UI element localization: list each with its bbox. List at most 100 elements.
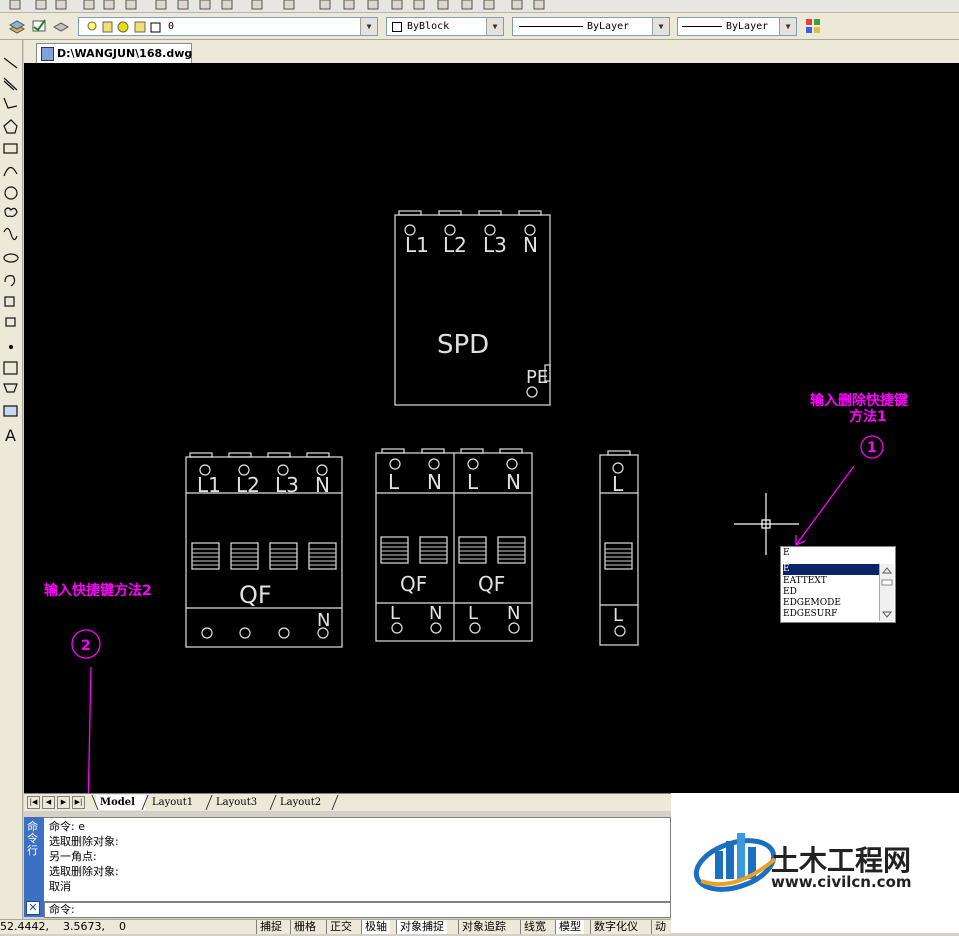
polyline-icon (3, 97, 18, 109)
tablet-toggle[interactable]: 数字化仪 (590, 920, 641, 934)
dyn-toggle[interactable]: 动 (651, 920, 669, 934)
zoom-window-icon (367, 0, 379, 10)
plot-style-icon[interactable] (804, 17, 822, 35)
ortho-toggle[interactable]: 正交 (326, 920, 355, 934)
autocomplete-item[interactable]: EDGEMODE (783, 598, 879, 609)
drawing-canvas[interactable]: L1 L2 L3 N SPD PE L1 L2 L3 N QF N L N L … (24, 63, 959, 810)
annotation-marker2: 2 (81, 638, 91, 654)
autocomplete-scrollbar[interactable] (879, 564, 894, 621)
lineweight-dropdown[interactable]: ByLayer ▼ (677, 17, 797, 36)
lock-icon (134, 21, 146, 33)
new-icon (9, 0, 21, 10)
draw-toolbar: A (0, 40, 23, 920)
copy-icon (177, 0, 189, 10)
annotation-marker1: 1 (867, 440, 877, 456)
polar-toggle[interactable]: 极轴 (361, 920, 390, 934)
tab-separators (91, 794, 339, 811)
properties-icon (413, 0, 425, 10)
table-icon (3, 405, 18, 417)
pan-icon (319, 0, 331, 10)
spd-terminal-label: L2 (443, 233, 467, 257)
scroll-down-icon (881, 611, 893, 618)
prev-tab-icon[interactable]: ◀ (42, 796, 55, 809)
zoom-previous-icon (391, 0, 403, 10)
command-history-line: 命令: e (49, 820, 85, 833)
qf4p-terminal-label: N (315, 473, 330, 497)
lightbulb-icon (87, 21, 97, 31)
spd-pe-label: PE (526, 367, 548, 388)
layer-dropdown[interactable]: 0 ▼ (78, 17, 378, 36)
qf2p-bottom-label: N (507, 603, 520, 624)
linetype-dropdown[interactable]: ByLayer ▼ (512, 17, 670, 36)
polygon-icon (3, 119, 18, 134)
color-value: ByBlock (407, 21, 450, 32)
preview-icon (103, 0, 115, 10)
model-toggle[interactable]: 模型 (555, 920, 584, 934)
cut-icon (155, 0, 167, 10)
next-tab-icon[interactable]: ▶ (57, 796, 70, 809)
qf4p-label: QF (239, 581, 272, 609)
layer-value: 0 (168, 21, 175, 32)
save-icon (55, 0, 67, 10)
document-tab-label: D:\WANGJUN\168.dwg (57, 47, 193, 60)
close-icon[interactable]: ✕ (26, 901, 40, 915)
revcloud-icon (4, 207, 18, 218)
annotation-method1-line1: 输入删除快捷键 (810, 392, 909, 409)
command-history (24, 817, 671, 902)
command-input[interactable]: 命令: (44, 902, 671, 918)
lineweight-sample (682, 26, 722, 27)
coordinate-readout: 52.4442, 3.5673, 0 (0, 920, 126, 933)
layer-properties-toolbar: 0 ▼ ByBlock ▼ ByLayer ▼ ByLayer ▼ (0, 13, 959, 40)
find-icon (511, 0, 523, 10)
color-dropdown[interactable]: ByBlock ▼ (386, 17, 504, 36)
osnap-toggle[interactable]: 对象捕捉 (396, 920, 447, 934)
make-current-layer-icon[interactable] (30, 17, 48, 35)
autocomplete-item[interactable]: EATTEXT (783, 576, 879, 587)
layout-tabbar: |◀ ◀ ▶ ▶| Model Layout1 Layout3 Layout2 (24, 793, 671, 811)
autocomplete-item[interactable]: ED (783, 587, 879, 598)
chevron-down-icon[interactable]: ▼ (486, 18, 503, 35)
drawing-svg: L1 L2 L3 N SPD PE L1 L2 L3 N QF N L N L … (44, 210, 909, 810)
linetype-sample (519, 26, 583, 27)
layer-manager-icon[interactable] (8, 17, 26, 35)
chevron-down-icon[interactable]: ▼ (779, 18, 796, 35)
lineweight-toggle[interactable]: 线宽 (520, 920, 549, 934)
annotation-method2: 输入快捷键方法2 (44, 582, 152, 599)
layer-previous-icon[interactable] (52, 17, 70, 35)
autocomplete-item-selected[interactable]: E (783, 564, 879, 575)
qf2p-bottom-label: L (468, 603, 478, 624)
autocomplete-item[interactable]: EDGESURF (783, 609, 879, 620)
spline-icon (3, 227, 18, 241)
mtext-icon: A (5, 426, 16, 445)
qf1p-bottom-label: L (613, 605, 623, 626)
scroll-up-icon (881, 567, 893, 574)
paste-icon (199, 0, 211, 10)
first-tab-icon[interactable]: |◀ (27, 796, 40, 809)
spd-label: SPD (437, 330, 489, 360)
chevron-down-icon[interactable]: ▼ (360, 18, 377, 35)
thaw-icon (117, 21, 129, 33)
qf4p-terminal-label: L2 (236, 473, 260, 497)
command-window-titlebar[interactable]: 命令行 ✕ (24, 817, 44, 917)
otrack-toggle[interactable]: 对象追踪 (458, 920, 509, 934)
layer-color-swatch-icon (150, 22, 161, 33)
chevron-down-icon[interactable]: ▼ (652, 18, 669, 35)
sun-icon (102, 21, 113, 33)
lineweight-value: ByLayer (726, 21, 769, 32)
grid-toggle[interactable]: 栅格 (290, 920, 319, 934)
last-tab-icon[interactable]: ▶| (72, 796, 85, 809)
snap-toggle[interactable]: 捕捉 (256, 920, 285, 934)
help-icon (533, 0, 545, 10)
ellipse-arc-icon (4, 275, 16, 287)
qf2p-terminal-label: N (506, 470, 521, 494)
qf2p-label: QF (478, 572, 505, 596)
command-history-line: 选取删除对象: (49, 835, 119, 848)
spd-terminal-label: N (523, 233, 538, 257)
document-tab[interactable]: D:\WANGJUN\168.dwg (36, 43, 192, 63)
zoom-icon (343, 0, 355, 10)
undo-icon (251, 0, 263, 10)
autocomplete-popup: E E EATTEXT ED EDGEMODE EDGESURF (780, 546, 896, 623)
spd-terminal-label: L1 (405, 233, 429, 257)
qf2p-label: QF (400, 572, 427, 596)
autocomplete-input[interactable]: E (783, 548, 879, 559)
